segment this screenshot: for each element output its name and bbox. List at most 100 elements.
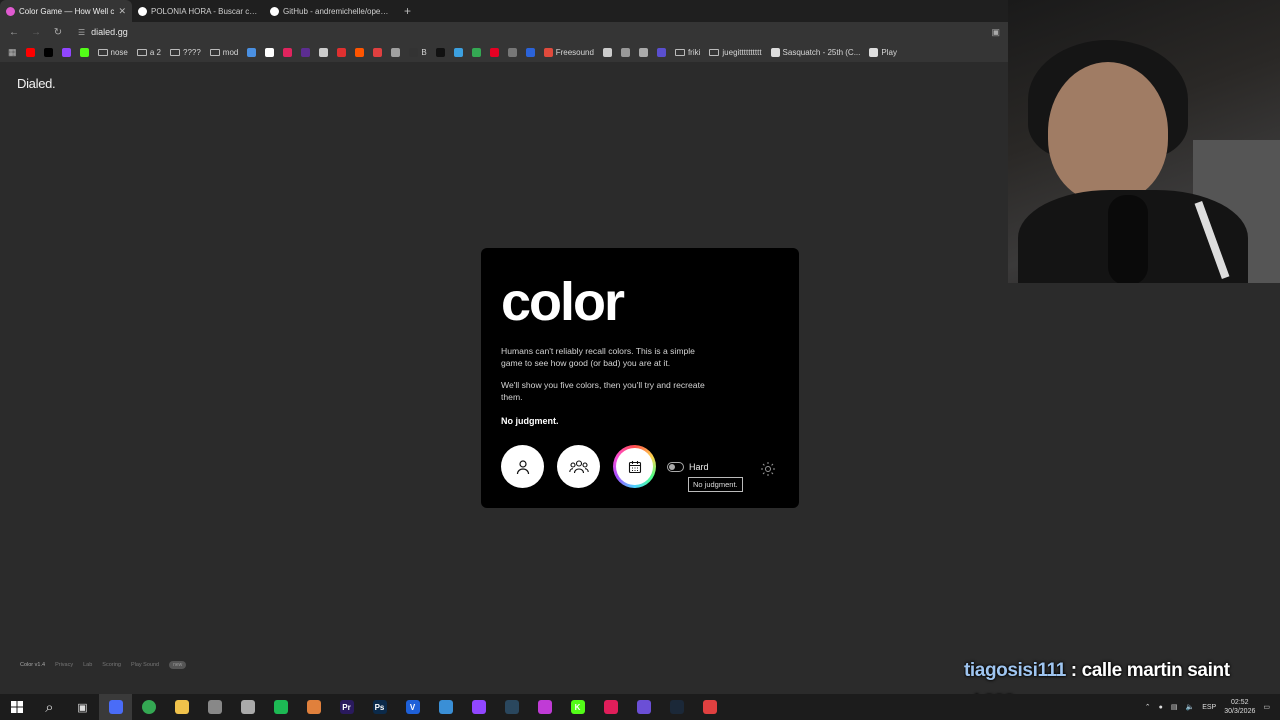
steam-icon[interactable] — [495, 694, 528, 720]
intro-paragraph: Humans can't reliably recall colors. Thi… — [501, 346, 695, 368]
bookmark-item[interactable] — [602, 47, 612, 57]
folder-icon[interactable] — [165, 694, 198, 720]
bookmark-item[interactable] — [656, 47, 666, 57]
photoshop-icon[interactable]: Ps — [363, 694, 396, 720]
bookmark-item[interactable] — [355, 47, 365, 57]
app-icon[interactable] — [429, 694, 462, 720]
clock[interactable]: 02:52 30/3/2026 — [1224, 698, 1255, 716]
bookmark-folder[interactable]: nose — [97, 48, 128, 57]
bookmark-item[interactable]: Freesound — [543, 47, 594, 57]
tray-chevron-icon[interactable]: ⌃ — [1145, 703, 1151, 711]
volume-icon[interactable]: 🔈 — [1185, 703, 1194, 711]
back-icon[interactable]: ← — [8, 27, 20, 38]
bookmark-item[interactable] — [620, 47, 630, 57]
browser-tab[interactable]: Color Game — How Well c ✕ — [0, 0, 132, 22]
bookmark-folder[interactable]: friki — [674, 48, 700, 57]
bookmark-item[interactable]: B — [409, 47, 427, 57]
bookmark-item[interactable] — [435, 47, 445, 57]
app-glyph — [669, 700, 684, 714]
app-icon[interactable]: V — [396, 694, 429, 720]
app-icon[interactable] — [99, 694, 132, 720]
folder-icon — [97, 48, 108, 56]
bookmark-item[interactable]: Sasquatch - 25th (C... — [770, 47, 860, 57]
bookmark-folder[interactable]: mod — [209, 48, 238, 57]
folder-icon — [170, 48, 180, 56]
premiere-icon[interactable]: Pr — [330, 694, 363, 720]
search-icon[interactable]: ⌕ — [33, 694, 66, 720]
steam-icon[interactable] — [660, 694, 693, 720]
bookmark-item[interactable] — [79, 47, 89, 57]
bookmark-item[interactable] — [265, 47, 275, 57]
bookmark-item[interactable]: Play — [869, 47, 897, 57]
folder-icon — [136, 48, 147, 56]
bookmark-favicon-icon — [391, 47, 401, 57]
bookmark-item[interactable] — [525, 47, 535, 57]
app-icon[interactable] — [627, 694, 660, 720]
bookmark-item[interactable] — [301, 47, 311, 57]
tab-close-icon[interactable]: ✕ — [118, 6, 126, 17]
bookmark-folder[interactable]: juegitttttttttt — [709, 48, 762, 57]
webcam-microphone — [1108, 195, 1148, 283]
site-info-icon[interactable]: ☰ — [78, 28, 85, 37]
bookmark-item[interactable] — [489, 47, 499, 57]
app-glyph: K — [570, 700, 585, 714]
spotify-icon[interactable] — [264, 694, 297, 720]
apps-grid-icon[interactable]: ▦ — [8, 47, 17, 58]
tab-strip: Color Game — How Well c ✕ POLONIA HORA - B… — [0, 0, 1008, 22]
app-icon[interactable] — [528, 694, 561, 720]
app-icon[interactable] — [297, 694, 330, 720]
app-glyph — [306, 700, 321, 714]
settings-gear-icon[interactable] — [760, 461, 776, 477]
footer-link-scoring[interactable]: Scoring — [102, 662, 121, 668]
app-icon[interactable] — [693, 694, 726, 720]
bookmark-folder[interactable]: ???? — [170, 48, 201, 57]
bookmark-item[interactable] — [43, 47, 53, 57]
bookmark-item[interactable] — [373, 47, 383, 57]
footer-link-lab[interactable]: Lab — [83, 662, 92, 668]
slack-icon[interactable] — [594, 694, 627, 720]
bookmark-item[interactable] — [471, 47, 481, 57]
app-icon[interactable] — [198, 694, 231, 720]
forward-icon[interactable]: → — [30, 27, 42, 38]
bookmark-item[interactable] — [638, 47, 648, 57]
solo-mode-button[interactable] — [501, 445, 544, 488]
browser-tab[interactable]: POLONIA HORA - Buscar con G — [132, 0, 264, 22]
chrome-icon[interactable] — [132, 694, 165, 720]
kick-icon[interactable]: K — [561, 694, 594, 720]
bookmark-item[interactable] — [391, 47, 401, 57]
bookmark-item[interactable] — [25, 47, 35, 57]
multiplayer-mode-button[interactable] — [557, 445, 600, 488]
daily-mode-button[interactable] — [613, 445, 656, 488]
bookmark-favicon-icon — [373, 47, 383, 57]
bookmark-item[interactable] — [507, 47, 517, 57]
windows-start-icon[interactable] — [0, 694, 33, 720]
network-icon[interactable]: ▤ — [1171, 703, 1178, 711]
browser-tab[interactable]: GitHub - andremichelle/openD — [264, 0, 396, 22]
bookmark-item[interactable] — [247, 47, 257, 57]
bookmark-folder[interactable]: a 2 — [136, 48, 161, 57]
url-field[interactable]: ☰ dialed.gg — [78, 27, 128, 37]
bookmark-item[interactable] — [453, 47, 463, 57]
bookmark-favicon-icon — [25, 47, 35, 57]
bookmark-item[interactable] — [337, 47, 347, 57]
footer-link-privacy[interactable]: Privacy — [55, 662, 73, 668]
app-icon[interactable] — [231, 694, 264, 720]
bookmark-favicon-icon — [638, 47, 648, 57]
version-label: Color v1.4 — [20, 662, 46, 668]
bookmark-item[interactable] — [319, 47, 329, 57]
bookmark-favicon-icon — [283, 47, 293, 57]
task-view-icon[interactable]: ▣ — [66, 694, 99, 720]
footer-link-play-sound[interactable]: Play Sound — [131, 662, 159, 668]
new-tab-icon[interactable]: + — [396, 0, 419, 22]
site-logo[interactable]: Dialed. — [17, 76, 56, 91]
twitch-icon[interactable] — [462, 694, 495, 720]
toggle-switch[interactable] — [667, 461, 684, 472]
mic-icon[interactable]: ● — [1159, 704, 1163, 711]
notifications-icon[interactable]: ▭ — [1263, 703, 1270, 711]
hard-mode-toggle[interactable]: Hard — [667, 461, 709, 472]
bookmark-item[interactable] — [61, 47, 71, 57]
install-app-icon[interactable]: ▣ — [991, 27, 1000, 38]
language-indicator[interactable]: ESP — [1202, 704, 1216, 711]
reload-icon[interactable]: ↻ — [52, 27, 64, 38]
bookmark-item[interactable] — [283, 47, 293, 57]
